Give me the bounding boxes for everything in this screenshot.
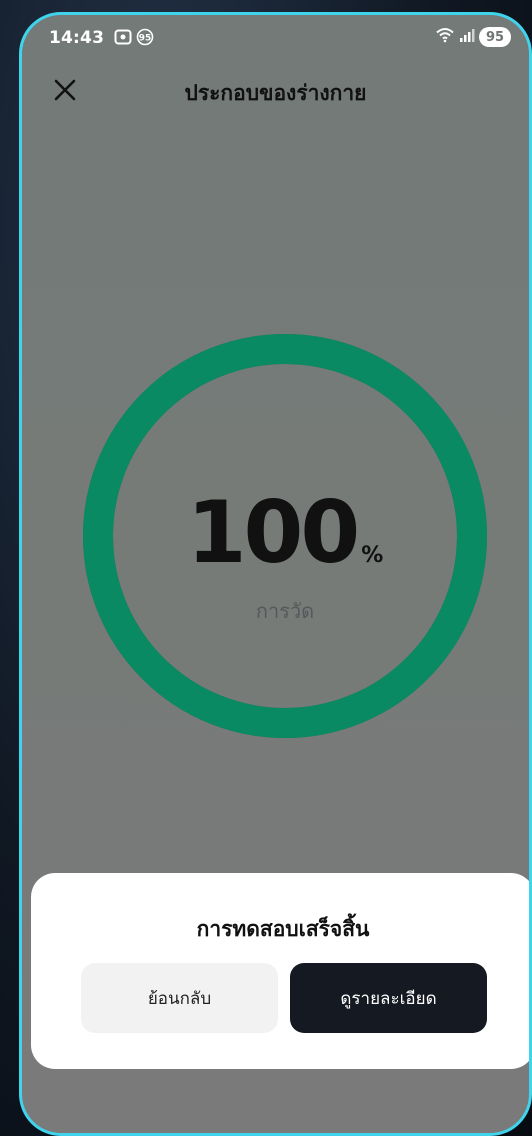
completion-dialog: การทดสอบเสร็จสิ้น ย้อนกลับ ดูรายละเอียด — [31, 873, 529, 1069]
status-bar: 14:43 95 95 — [22, 15, 529, 59]
wifi-icon — [435, 27, 455, 47]
view-details-button[interactable]: ดูรายละเอียด — [290, 963, 487, 1033]
gauge-value: 100% — [82, 483, 488, 583]
percentage-value: 100 — [186, 483, 361, 583]
measurement-gauge: 100% การวัด — [82, 333, 488, 739]
battery-icon: 95 — [479, 27, 511, 47]
back-button[interactable]: ย้อนกลับ — [81, 963, 278, 1033]
dialog-title: การทดสอบเสร็จสิ้น — [196, 917, 370, 941]
gauge-label: การวัด — [255, 599, 315, 623]
header: ประกอบของร่างกาย — [22, 75, 529, 119]
notification-badge-count: 95 — [139, 34, 152, 44]
status-time: 14:43 — [49, 28, 105, 48]
status-right: 95 — [435, 27, 511, 47]
percentage-unit: % — [361, 543, 384, 568]
signal-icon — [459, 27, 475, 47]
screen-record-icon — [114, 29, 132, 45]
page-title: ประกอบของร่างกาย — [184, 81, 367, 105]
notification-badge-icon: 95 — [136, 28, 154, 46]
phone-screen: 14:43 95 95 ประกอบของร่างกาย 100 % การวั… — [19, 12, 532, 1136]
